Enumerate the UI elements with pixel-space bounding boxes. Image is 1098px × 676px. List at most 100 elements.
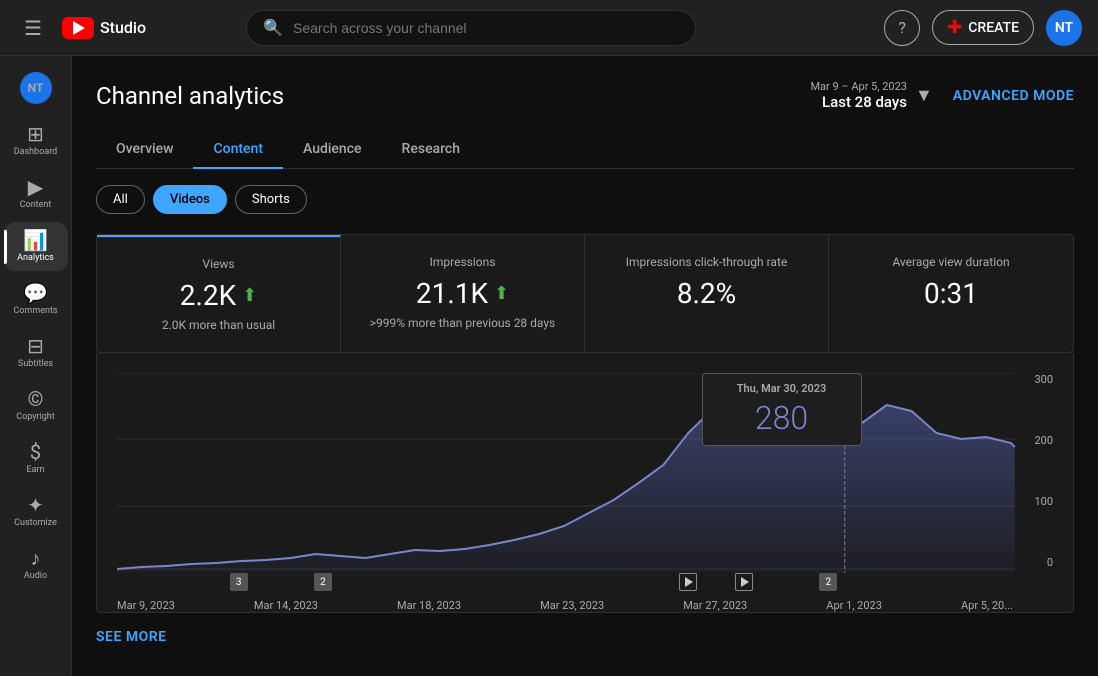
sidebar-label-analytics: Analytics: [17, 253, 54, 263]
sidebar-label-content: Content: [20, 200, 52, 210]
marker-play-2[interactable]: [735, 573, 753, 591]
stat-label-impressions: Impressions: [361, 255, 564, 269]
help-button[interactable]: ?: [884, 10, 920, 46]
sidebar-item-analytics[interactable]: 📊 Analytics: [4, 222, 68, 271]
stat-card-ctr[interactable]: Impressions click-through rate 8.2%: [585, 235, 829, 352]
x-label-1: Mar 14, 2023: [254, 599, 318, 612]
search-icon: 🔍: [263, 18, 283, 37]
sidebar-label-customize: Customize: [14, 518, 57, 528]
sidebar-item-customize[interactable]: ✦ Customize: [4, 487, 68, 536]
logo: Studio: [62, 17, 146, 39]
y-label-0: 0: [1017, 556, 1053, 569]
tab-content[interactable]: Content: [193, 131, 283, 169]
stats-row: Views 2.2K ⬆ 2.0K more than usual Impres…: [96, 234, 1074, 353]
marker-play-2-icon: [735, 573, 753, 591]
main-content: Channel analytics Mar 9 – Apr 5, 2023 La…: [72, 56, 1098, 676]
x-label-2: Mar 18, 2023: [397, 599, 461, 612]
marker-2b[interactable]: 2: [819, 573, 837, 591]
youtube-logo: [62, 17, 94, 39]
topnav-right: ? ✚ CREATE NT: [884, 10, 1082, 46]
date-range-period: Last 28 days: [810, 93, 907, 111]
audio-icon: ♪: [31, 548, 41, 568]
stat-label-ctr: Impressions click-through rate: [605, 255, 808, 269]
tabs-bar: Overview Content Audience Research: [96, 131, 1074, 169]
filter-row: All Videos Shorts: [96, 185, 1074, 214]
x-axis-labels: Mar 9, 2023 Mar 14, 2023 Mar 18, 2023 Ma…: [117, 595, 1053, 612]
sidebar-label-earn: Earn: [26, 465, 44, 475]
marker-3-icon: 3: [230, 573, 248, 591]
play-triangle-1: [685, 577, 693, 587]
menu-icon[interactable]: ☰: [16, 8, 50, 48]
x-label-0: Mar 9, 2023: [117, 599, 175, 612]
marker-play-1-icon: [679, 573, 697, 591]
views-up-icon: ⬆: [242, 285, 257, 306]
filter-all[interactable]: All: [96, 185, 145, 214]
studio-text: Studio: [100, 18, 146, 37]
chart-container: 300 200 100 0 3 2: [96, 353, 1074, 613]
sidebar-item-avatar[interactable]: NT: [4, 64, 68, 112]
advanced-mode-button[interactable]: ADVANCED MODE: [953, 88, 1074, 104]
sidebar-item-subtitles[interactable]: ⊟ Subtitles: [4, 328, 68, 377]
sidebar-label-subtitles: Subtitles: [18, 359, 53, 369]
earn-icon: $: [30, 442, 41, 462]
create-button[interactable]: ✚ CREATE: [932, 10, 1034, 45]
stat-label-avg-view: Average view duration: [849, 255, 1053, 269]
x-label-6: Apr 5, 20...: [961, 599, 1013, 612]
sidebar: NT ⊞ Dashboard ▶ Content 📊 Analytics 💬 C…: [0, 56, 72, 676]
avg-view-number: 0:31: [924, 277, 978, 310]
x-label-5: Apr 1, 2023: [826, 599, 882, 612]
stat-value-views: 2.2K ⬆: [117, 279, 320, 312]
date-range-label: Mar 9 – Apr 5, 2023: [810, 80, 907, 93]
marker-2a[interactable]: 2: [314, 573, 332, 591]
tab-overview[interactable]: Overview: [96, 131, 193, 169]
sidebar-item-content[interactable]: ▶ Content: [4, 169, 68, 218]
search-input[interactable]: [293, 20, 679, 36]
stat-card-impressions[interactable]: Impressions 21.1K ⬆ >999% more than prev…: [341, 235, 585, 352]
user-avatar: NT: [20, 72, 52, 104]
y-label-200: 200: [1017, 434, 1053, 447]
stat-card-views[interactable]: Views 2.2K ⬆ 2.0K more than usual: [97, 235, 341, 352]
impressions-up-icon: ⬆: [494, 283, 509, 304]
comments-icon: 💬: [23, 283, 48, 303]
stat-sub-impressions: >999% more than previous 28 days: [361, 316, 564, 330]
copyright-icon: ©: [28, 389, 44, 409]
impressions-number: 21.1K: [416, 277, 488, 310]
subtitles-icon: ⊟: [27, 336, 44, 356]
marker-play-1[interactable]: [679, 573, 697, 591]
play-triangle-2: [741, 577, 749, 587]
tab-audience[interactable]: Audience: [283, 131, 382, 169]
sidebar-item-audio[interactable]: ♪ Audio: [4, 540, 68, 589]
header-right: Mar 9 – Apr 5, 2023 Last 28 days ▼ ADVAN…: [810, 80, 1074, 111]
search-bar[interactable]: 🔍: [246, 10, 696, 46]
date-range-chevron[interactable]: ▼: [915, 85, 933, 106]
stat-value-impressions: 21.1K ⬆: [361, 277, 564, 310]
filter-shorts[interactable]: Shorts: [235, 185, 307, 214]
tab-research[interactable]: Research: [382, 131, 480, 169]
x-label-4: Mar 27, 2023: [683, 599, 747, 612]
see-more-button[interactable]: SEE MORE: [96, 629, 167, 645]
y-label-300: 300: [1017, 373, 1053, 386]
avatar[interactable]: NT: [1046, 10, 1082, 46]
sidebar-label-copyright: Copyright: [16, 412, 54, 422]
sidebar-item-copyright[interactable]: © Copyright: [4, 381, 68, 430]
page-header: Channel analytics Mar 9 – Apr 5, 2023 La…: [96, 80, 1074, 111]
x-label-3: Mar 23, 2023: [540, 599, 604, 612]
page-title: Channel analytics: [96, 82, 284, 110]
date-range[interactable]: Mar 9 – Apr 5, 2023 Last 28 days ▼: [810, 80, 932, 111]
customize-icon: ✦: [27, 495, 44, 515]
sidebar-item-comments[interactable]: 💬 Comments: [4, 275, 68, 324]
sidebar-item-dashboard[interactable]: ⊞ Dashboard: [4, 116, 68, 165]
play-icon: [73, 21, 85, 35]
stat-label-views: Views: [117, 257, 320, 271]
video-markers-row: 3 2: [117, 573, 1053, 595]
content-icon: ▶: [28, 177, 43, 197]
marker-2a-icon: 2: [314, 573, 332, 591]
sidebar-item-earn[interactable]: $ Earn: [4, 434, 68, 483]
y-label-100: 100: [1017, 495, 1053, 508]
stat-card-avg-view[interactable]: Average view duration 0:31: [829, 235, 1073, 352]
date-range-text: Mar 9 – Apr 5, 2023 Last 28 days: [810, 80, 907, 111]
marker-3[interactable]: 3: [230, 573, 248, 591]
chart-svg: [117, 373, 1053, 573]
stat-value-avg-view: 0:31: [849, 277, 1053, 310]
filter-videos[interactable]: Videos: [153, 185, 227, 214]
